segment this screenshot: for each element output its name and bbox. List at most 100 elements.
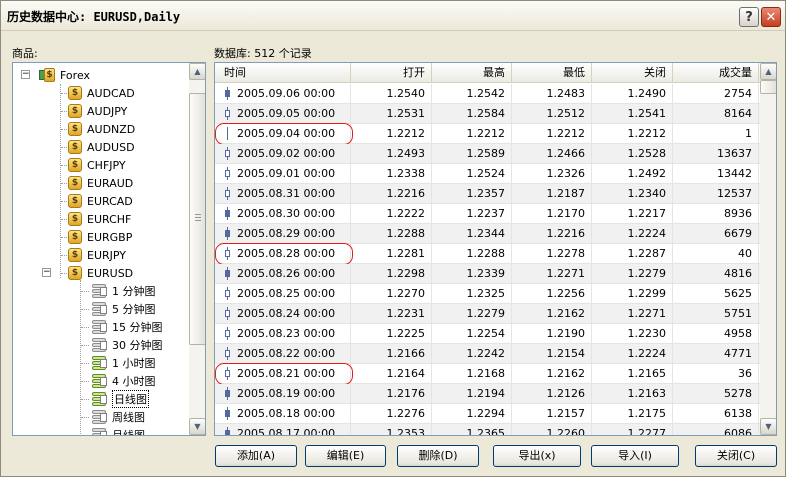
table-row[interactable]: 2005.08.22 00:00 1.2166 1.2242 1.2154 1.2224… — [215, 344, 760, 364]
import-button[interactable]: 导入(I) — [591, 445, 679, 467]
table-row[interactable]: 2005.09.01 00:00 1.2338 1.2524 1.2326 1.2492… — [215, 164, 760, 184]
tree-item-audnzd[interactable]: $ AUDNZD — [68, 120, 135, 138]
cell-low: 1.2271 — [512, 264, 592, 283]
column-header-low[interactable]: 最低 — [512, 63, 592, 83]
cell-time: 2005.08.24 00:00 — [215, 304, 351, 323]
delete-button[interactable]: 删除(D) — [397, 445, 479, 467]
tree-scrollbar[interactable]: ▲ ▼ — [189, 63, 205, 435]
tree-item-period-5[interactable]: 4 小时图 — [91, 372, 156, 390]
cell-open: 1.2225 — [351, 324, 432, 343]
column-header-high[interactable]: 最高 — [432, 63, 512, 83]
tree-item-period-4[interactable]: 1 小时图 — [91, 354, 156, 372]
tree-item-chfjpy[interactable]: $ CHFJPY — [68, 156, 126, 174]
table-row[interactable]: 2005.08.28 00:00 1.2281 1.2288 1.2278 1.2287… — [215, 244, 760, 264]
currency-icon: $ — [68, 86, 82, 100]
database-icon-filled — [91, 356, 107, 370]
table-row[interactable]: 2005.08.23 00:00 1.2225 1.2254 1.2190 1.2230… — [215, 324, 760, 344]
cell-open: 1.2216 — [351, 184, 432, 203]
tree-item-period-6[interactable]: 日线图 — [91, 390, 149, 408]
table-row[interactable]: 2005.09.06 00:00 1.2540 1.2542 1.2483 1.2490… — [215, 84, 760, 104]
tree-item-audusd[interactable]: $ AUDUSD — [68, 138, 135, 156]
table-row[interactable]: 2005.09.04 00:00 1.2212 1.2212 1.2212 1.2212… — [215, 124, 760, 144]
tree-scroll-up-icon[interactable]: ▲ — [189, 63, 205, 80]
table-row[interactable]: 2005.08.21 00:00 1.2164 1.2168 1.2162 1.2165… — [215, 364, 760, 384]
tree-item-period-0[interactable]: 1 分钟图 — [91, 282, 156, 300]
cell-close: 1.2299 — [592, 284, 673, 303]
currency-icon: $ — [68, 104, 82, 118]
cell-time: 2005.08.18 00:00 — [215, 404, 351, 423]
tree-scroll-thumb[interactable] — [189, 93, 205, 345]
tree-item-period-2[interactable]: 15 分钟图 — [91, 318, 163, 336]
close-button[interactable]: 关闭(C) — [695, 445, 777, 467]
cell-volume: 13637 — [673, 144, 759, 163]
help-icon[interactable]: ? — [739, 7, 759, 27]
cell-volume: 13442 — [673, 164, 759, 183]
cell-low: 1.2326 — [512, 164, 592, 183]
table-row[interactable]: 2005.08.18 00:00 1.2276 1.2294 1.2157 1.2175… — [215, 404, 760, 424]
close-icon[interactable]: ✕ — [761, 7, 781, 27]
column-header-time[interactable]: 时间 — [215, 63, 351, 83]
tree-item-label: EURCAD — [87, 194, 133, 208]
table-row[interactable]: 2005.08.24 00:00 1.2231 1.2279 1.2162 1.2271… — [215, 304, 760, 324]
cell-time: 2005.09.01 00:00 — [215, 164, 351, 183]
table-scroll-thumb[interactable] — [760, 80, 776, 94]
add-button[interactable]: 添加(A) — [215, 445, 297, 467]
table-row[interactable]: 2005.08.19 00:00 1.2176 1.2194 1.2126 1.2163… — [215, 384, 760, 404]
tree-item-eurchf[interactable]: $ EURCHF — [68, 210, 131, 228]
column-header-open[interactable]: 打开 — [351, 63, 432, 83]
table-row[interactable]: 2005.09.05 00:00 1.2531 1.2584 1.2512 1.2541… — [215, 104, 760, 124]
cell-low: 1.2483 — [512, 84, 592, 103]
cell-open: 1.2540 — [351, 84, 432, 103]
tree-item-label: EURAUD — [87, 176, 134, 190]
table-row[interactable]: 2005.08.29 00:00 1.2288 1.2344 1.2216 1.2224… — [215, 224, 760, 244]
title-bar[interactable]: 历史数据中心: EURUSD,Daily ? ✕ — [1, 1, 785, 31]
cell-low: 1.2154 — [512, 344, 592, 363]
cell-close: 1.2279 — [592, 264, 673, 283]
tree-item-eurcad[interactable]: $ EURCAD — [68, 192, 133, 210]
column-header-close[interactable]: 关闭 — [592, 63, 673, 83]
tree-item-forex[interactable]: $ Forex — [39, 66, 90, 84]
tree-item-eurusd[interactable]: $ EURUSD — [68, 264, 133, 282]
cell-low: 1.2126 — [512, 384, 592, 403]
tree-item-audcad[interactable]: $ AUDCAD — [68, 84, 135, 102]
table-row[interactable]: 2005.08.30 00:00 1.2222 1.2237 1.2170 1.2217… — [215, 204, 760, 224]
tree-items: $ Forex − $ AUDCAD $ AUDJPY $ AUDNZD $ AUDUSD $ CHFJ… — [13, 63, 189, 435]
cell-open: 1.2176 — [351, 384, 432, 403]
tree-item-period-7[interactable]: 周线图 — [91, 408, 145, 426]
table-scrollbar[interactable]: ▲ ▼ — [760, 63, 776, 435]
collapse-icon[interactable]: − — [21, 70, 30, 79]
cell-low: 1.2187 — [512, 184, 592, 203]
table-scroll-up-icon[interactable]: ▲ — [760, 63, 776, 80]
forex-folder-icon: $ — [39, 68, 55, 82]
database-icon — [91, 410, 107, 424]
collapse-icon[interactable]: − — [42, 268, 51, 277]
edit-button[interactable]: 编辑(E) — [305, 445, 386, 467]
cell-low: 1.2216 — [512, 224, 592, 243]
currency-icon: $ — [68, 194, 82, 208]
cell-volume: 5751 — [673, 304, 759, 323]
tree-item-period-8[interactable]: 月线图 — [91, 426, 145, 435]
symbol-tree[interactable]: $ Forex − $ AUDCAD $ AUDJPY $ AUDNZD $ AUDUSD $ CHFJ… — [12, 62, 206, 436]
tree-item-audjpy[interactable]: $ AUDJPY — [68, 102, 127, 120]
tree-item-euraud[interactable]: $ EURAUD — [68, 174, 133, 192]
column-header-volume[interactable]: 成交量 — [673, 63, 759, 83]
tree-item-eurjpy[interactable]: $ EURJPY — [68, 246, 126, 264]
tree-item-label: 30 分钟图 — [112, 339, 163, 352]
tree-item-period-1[interactable]: 5 分钟图 — [91, 300, 156, 318]
table-row[interactable]: 2005.09.02 00:00 1.2493 1.2589 1.2466 1.2528… — [215, 144, 760, 164]
tree-item-label: Forex — [60, 68, 91, 82]
tree-scroll-down-icon[interactable]: ▼ — [189, 418, 205, 435]
database-icon-filled — [91, 392, 107, 406]
table-row[interactable]: 2005.08.31 00:00 1.2216 1.2357 1.2187 1.2340… — [215, 184, 760, 204]
table-row[interactable]: 2005.08.26 00:00 1.2298 1.2339 1.2271 1.2279… — [215, 264, 760, 284]
cell-open: 1.2270 — [351, 284, 432, 303]
cell-open: 1.2493 — [351, 144, 432, 163]
table-scroll-down-icon[interactable]: ▼ — [760, 418, 776, 435]
tree-item-period-3[interactable]: 30 分钟图 — [91, 336, 163, 354]
export-button[interactable]: 导出(x) — [493, 445, 581, 467]
cell-low: 1.2212 — [512, 124, 592, 143]
history-data-table[interactable]: 时间 打开 最高 最低 关闭 成交量 2005.09.06 00:00 1.2540 1.25… — [214, 62, 777, 436]
table-row[interactable]: 2005.08.25 00:00 1.2270 1.2325 1.2256 1.2299… — [215, 284, 760, 304]
table-row[interactable]: 2005.08.17 00:00 1.2353 1.2365 1.2260 1.2277… — [215, 424, 760, 435]
tree-item-eurgbp[interactable]: $ EURGBP — [68, 228, 132, 246]
